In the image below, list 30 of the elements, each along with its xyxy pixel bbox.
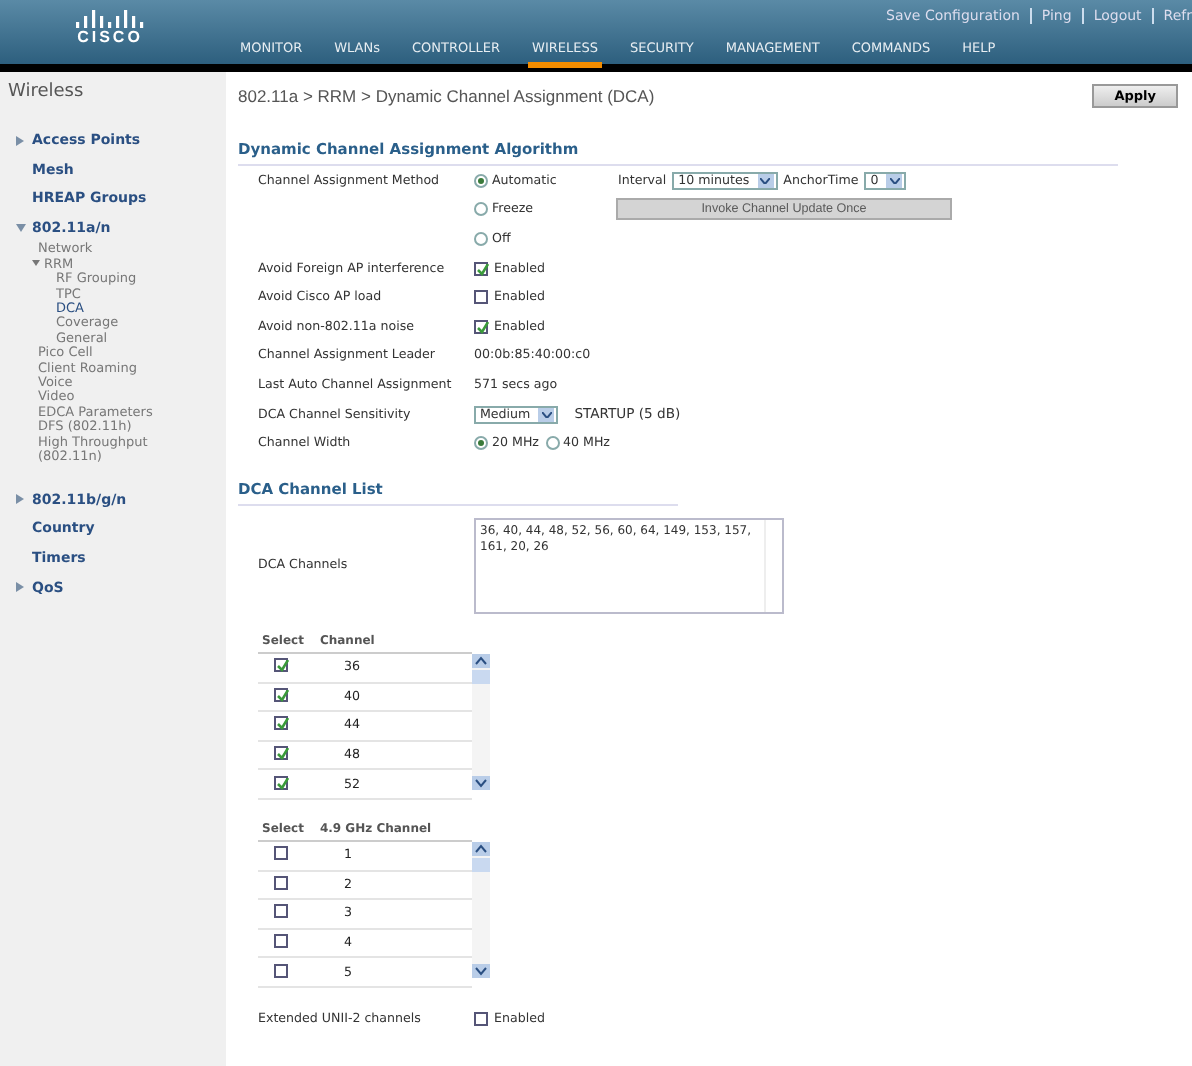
scrollbar[interactable] — [471, 653, 490, 790]
sidebar-title: Wireless — [6, 82, 86, 106]
checkbox[interactable] — [474, 290, 488, 305]
checkbox[interactable] — [474, 261, 488, 276]
scrollbar[interactable] — [471, 841, 490, 978]
radio-button[interactable] — [474, 231, 488, 246]
collapsed-arrow-icon[interactable] — [16, 494, 26, 505]
collapsed-arrow-icon[interactable] — [16, 582, 26, 593]
checkbox[interactable] — [274, 687, 288, 702]
checkbox[interactable] — [274, 775, 288, 790]
logo-text: CISCO — [77, 28, 143, 46]
checkbox[interactable] — [274, 846, 288, 861]
radio-button[interactable] — [474, 436, 488, 451]
checkbox[interactable] — [274, 746, 288, 761]
radio-button[interactable] — [545, 436, 559, 451]
checkbox[interactable] — [274, 963, 288, 978]
logo-bars-icon — [76, 8, 144, 28]
radio-button[interactable] — [474, 202, 488, 217]
expanded-arrow-icon[interactable] — [16, 223, 26, 234]
checkbox[interactable] — [474, 1011, 488, 1026]
checkbox[interactable] — [274, 716, 288, 731]
expanded-arrow-icon[interactable] — [32, 260, 40, 269]
checkbox[interactable] — [274, 658, 288, 673]
checkbox[interactable] — [274, 904, 288, 919]
checkbox[interactable] — [274, 875, 288, 890]
collapsed-arrow-icon[interactable] — [16, 135, 26, 146]
radio-button[interactable] — [474, 173, 488, 188]
breadcrumb: 802.11a > RRM > Dynamic Channel Assignment (DCA) — [238, 86, 655, 106]
checkbox[interactable] — [274, 933, 288, 948]
checkbox[interactable] — [474, 319, 488, 334]
